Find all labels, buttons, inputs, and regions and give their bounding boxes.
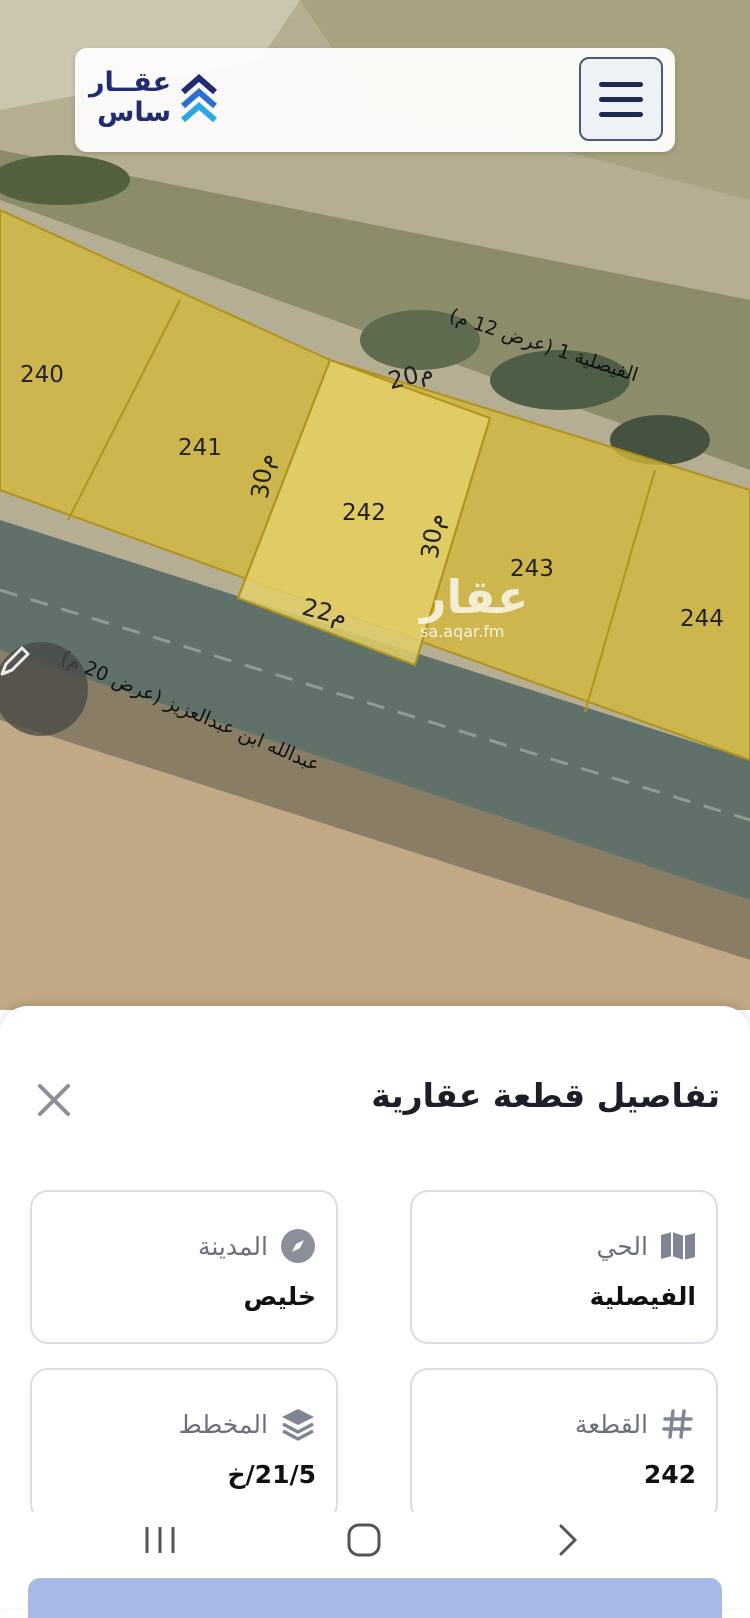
top-bar: عقــار ساس (75, 48, 675, 152)
card-label: المخطط (178, 1409, 268, 1439)
card-label: القطعة (574, 1409, 648, 1439)
card-label: الحي (596, 1231, 648, 1261)
parcel-label[interactable]: 241 (178, 435, 222, 461)
card-value: خليص (243, 1282, 316, 1311)
pencil-icon (0, 646, 30, 676)
city-card: المدينة خليص (30, 1190, 338, 1344)
parcel-card: القطعة 242 (410, 1368, 718, 1522)
close-icon[interactable] (34, 1080, 74, 1120)
card-value: 242 (643, 1460, 696, 1489)
logo-line: ساس (97, 97, 172, 128)
sheet-title: تفاصيل قطعة عقارية (371, 1076, 720, 1115)
map-icon (658, 1226, 698, 1266)
district-card: الحي الفيصلية (410, 1190, 718, 1344)
watermark-brand: عقار (420, 570, 529, 624)
logo-line: عقــار (89, 67, 172, 98)
card-label: المدينة (197, 1231, 268, 1261)
chevrons-logo-icon (181, 74, 217, 123)
parcel-label-selected[interactable]: 242 (342, 500, 386, 526)
system-nav-bar (0, 1512, 750, 1570)
parcel-label[interactable]: 244 (680, 606, 724, 632)
compass-icon (278, 1226, 318, 1266)
back-icon[interactable] (548, 1520, 588, 1560)
parcel-label[interactable]: 240 (20, 362, 64, 388)
menu-button[interactable] (579, 57, 663, 141)
menu-bar (599, 111, 643, 117)
recent-apps-icon[interactable] (140, 1520, 180, 1560)
card-value: 21/5/خ (227, 1460, 316, 1489)
menu-bar (599, 81, 643, 87)
watermark-url: sa.aqar.fm (420, 622, 505, 641)
brand-logo[interactable]: عقــار ساس (89, 68, 217, 128)
logo-wordmark: عقــار ساس (89, 68, 171, 128)
home-icon[interactable] (344, 1520, 384, 1560)
card-value: الفيصلية (589, 1282, 696, 1311)
hash-icon (658, 1404, 698, 1444)
primary-action-button[interactable] (28, 1578, 722, 1618)
plan-card: المخطط 21/5/خ (30, 1368, 338, 1522)
layers-icon (278, 1404, 318, 1444)
menu-bar (599, 96, 643, 102)
